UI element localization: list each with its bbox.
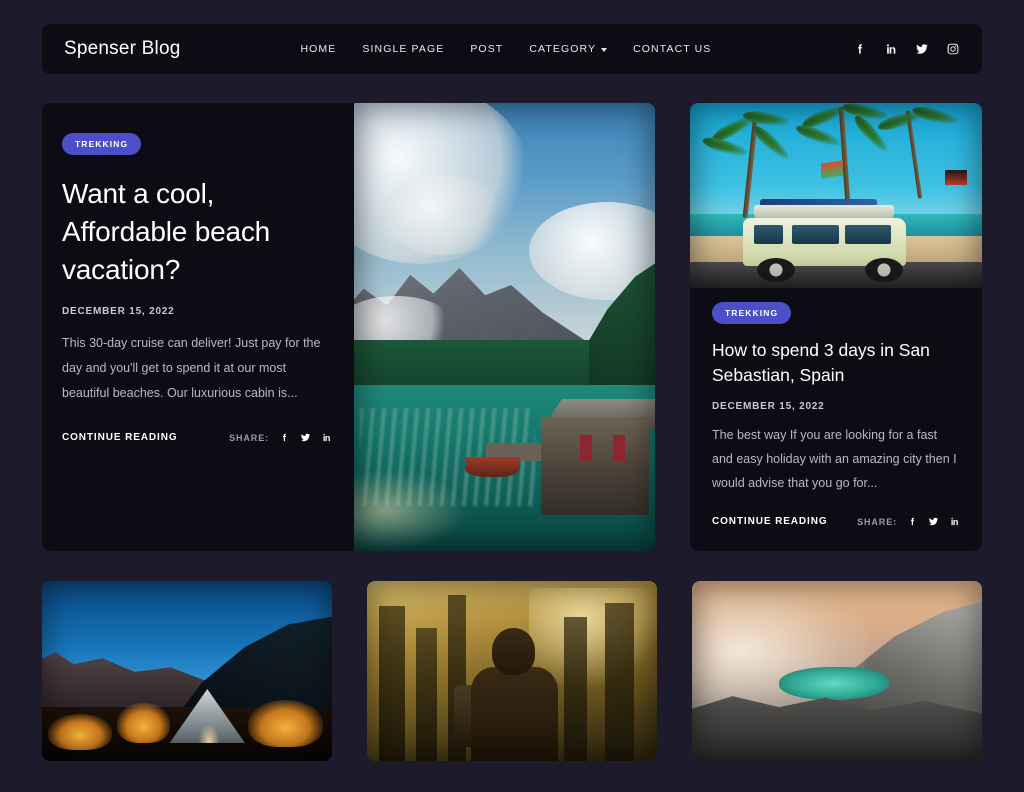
nav-item-single-page[interactable]: SINGLE PAGE [362,43,444,55]
side-post-title[interactable]: How to spend 3 days in San Sebastian, Sp… [712,338,960,388]
linkedin-icon[interactable] [884,42,898,56]
featured-post-date: DECEMBER 15, 2022 [62,306,175,317]
featured-post-excerpt: This 30-day cruise can deliver! Just pay… [62,336,321,400]
twitter-icon[interactable] [928,516,939,527]
bottom-post-card-volcano[interactable] [692,581,982,761]
nav-item-post[interactable]: POST [470,43,503,55]
main-navbar: Spenser Blog HOME SINGLE PAGE POST CATEG… [42,24,982,74]
bottom-post-card-camping[interactable] [42,581,332,761]
nav-item-contact-us[interactable]: CONTACT US [633,43,711,55]
side-post-footer: CONTINUE READING SHARE: [712,516,960,551]
forest-hiker-backpack-image[interactable] [367,581,657,761]
nav-links: HOME SINGLE PAGE POST CATEGORY CONTACT U… [300,43,711,55]
site-brand[interactable]: Spenser Blog [64,38,180,60]
featured-continue-reading-link[interactable]: CONTINUE READING [62,432,178,443]
nav-item-single-page-label: SINGLE PAGE [362,43,445,55]
featured-post-image[interactable] [354,103,655,551]
main-posts-row: TREKKING Want a cool, Affordable beach v… [42,103,982,551]
featured-share-group: SHARE: [229,432,332,443]
side-share-group: SHARE: [857,516,960,527]
instagram-icon[interactable] [946,42,960,56]
blog-page: Spenser Blog HOME SINGLE PAGE POST CATEG… [0,24,1024,792]
featured-post-content: TREKKING Want a cool, Affordable beach v… [42,103,354,551]
linkedin-icon[interactable] [321,432,332,443]
nav-social-links [853,42,960,56]
nav-item-contact-us-label: CONTACT US [633,43,712,55]
night-camping-tent-image[interactable] [42,581,332,761]
facebook-icon[interactable] [279,432,290,443]
twitter-icon[interactable] [915,42,929,56]
nav-item-category-label: CATEGORY [529,43,597,55]
volcano-crater-lake-image[interactable] [692,581,982,761]
side-post-date: DECEMBER 15, 2022 [712,401,825,412]
twitter-icon[interactable] [300,432,311,443]
bottom-posts-row [42,581,982,761]
nav-item-post-label: POST [470,43,504,55]
nav-item-home[interactable]: HOME [300,43,336,55]
chevron-down-icon [601,47,608,52]
side-post-image[interactable] [690,103,982,288]
side-post-excerpt: The best way If you are looking for a fa… [712,428,957,490]
featured-category-badge[interactable]: TREKKING [62,133,142,155]
facebook-icon[interactable] [907,516,918,527]
nav-item-category[interactable]: CATEGORY [529,43,608,55]
side-category-badge[interactable]: TREKKING [712,302,792,324]
featured-post-footer: CONTINUE READING SHARE: [62,432,332,551]
side-continue-reading-link[interactable]: CONTINUE READING [712,516,828,527]
featured-post-title[interactable]: Want a cool, Affordable beach vacation? [62,175,332,289]
linkedin-icon[interactable] [949,516,960,527]
bottom-post-card-forest[interactable] [367,581,657,761]
side-post-card[interactable]: TREKKING How to spend 3 days in San Seba… [690,103,982,551]
side-share-label: SHARE: [857,516,897,527]
nav-item-home-label: HOME [300,43,337,55]
featured-post-card[interactable]: TREKKING Want a cool, Affordable beach v… [42,103,655,551]
side-post-content: TREKKING How to spend 3 days in San Seba… [690,288,982,551]
facebook-icon[interactable] [853,42,867,56]
featured-share-label: SHARE: [229,432,269,443]
